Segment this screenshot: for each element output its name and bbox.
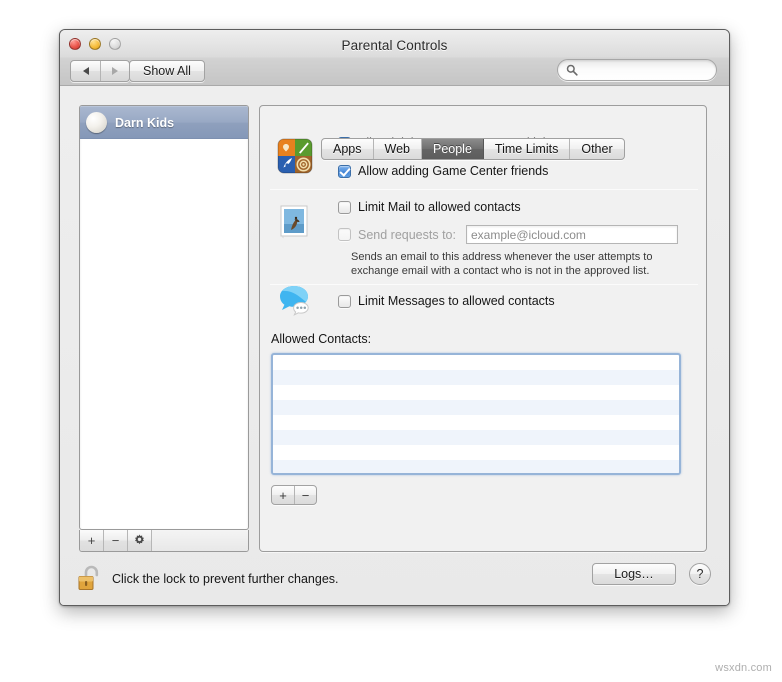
divider-game-center-mail <box>270 189 698 190</box>
mail-help-text: Sends an email to this address whenever … <box>351 250 696 278</box>
list-item[interactable] <box>273 445 679 460</box>
allow-game-center-friends-label: Allow adding Game Center friends <box>358 164 549 178</box>
list-item[interactable] <box>273 415 679 430</box>
soccer-ball-icon <box>86 112 107 133</box>
forward-button <box>100 61 129 81</box>
limit-messages-row[interactable]: Limit Messages to allowed contacts <box>338 294 555 308</box>
help-button[interactable]: ? <box>689 563 711 585</box>
list-item[interactable] <box>273 370 679 385</box>
limit-mail-checkbox[interactable] <box>338 200 351 214</box>
window-bottom-bar: Click the lock to prevent further change… <box>60 552 729 605</box>
sidebar-item-label: Darn Kids <box>115 115 175 130</box>
gear-icon <box>135 534 144 545</box>
action-gear-button[interactable] <box>128 530 152 551</box>
send-requests-row: Send requests to: example@icloud.com <box>338 225 678 244</box>
triangle-right-icon <box>112 67 118 75</box>
remove-contact-button[interactable]: − <box>294 486 316 504</box>
accounts-sidebar[interactable]: Darn Kids <box>79 105 249 530</box>
lock-row[interactable]: Click the lock to prevent further change… <box>77 564 339 594</box>
sidebar-item-darn-kids[interactable]: Darn Kids <box>80 106 248 139</box>
allow-game-center-friends-checkbox[interactable] <box>338 164 351 178</box>
limit-messages-label: Limit Messages to allowed contacts <box>358 294 555 308</box>
window-title: Parental Controls <box>341 38 448 53</box>
game-center-icon <box>274 135 316 177</box>
window-titlebar: Parental Controls Show All <box>60 30 729 86</box>
window-content: Darn Kids + − Apps Web People Time Limit… <box>60 86 729 605</box>
mail-stamp-icon <box>274 200 316 242</box>
unlocked-padlock-icon[interactable] <box>77 564 103 594</box>
triangle-left-icon <box>82 67 89 75</box>
list-item[interactable] <box>273 430 679 445</box>
limit-messages-checkbox[interactable] <box>338 294 351 308</box>
people-settings-panel: Allow joining Game Center multiplayer ga… <box>259 105 707 552</box>
search-icon <box>566 64 578 76</box>
tab-web[interactable]: Web <box>374 139 422 159</box>
window-toolbar: Show All <box>60 57 729 86</box>
logs-button[interactable]: Logs… <box>592 563 676 585</box>
list-item[interactable] <box>273 460 679 473</box>
list-item[interactable] <box>273 400 679 415</box>
divider-mail-messages <box>270 284 698 285</box>
add-account-button[interactable]: + <box>80 530 104 551</box>
add-contact-button[interactable]: + <box>272 486 294 504</box>
screenshot-root: Parental Controls Show All Darn Kids + −… <box>0 0 782 682</box>
parental-controls-window: Parental Controls Show All Darn Kids + −… <box>59 29 730 606</box>
remove-account-button[interactable]: − <box>104 530 128 551</box>
search-input[interactable] <box>582 62 707 78</box>
search-field[interactable] <box>557 59 717 81</box>
back-button[interactable] <box>71 61 100 81</box>
list-item[interactable] <box>273 385 679 400</box>
limit-mail-label: Limit Mail to allowed contacts <box>358 200 521 214</box>
send-requests-email-field[interactable]: example@icloud.com <box>465 225 678 244</box>
navigation-segmented-control <box>70 60 130 82</box>
send-requests-label: Send requests to: <box>358 227 456 242</box>
send-requests-email-value: example@icloud.com <box>470 227 586 242</box>
tab-time-limits[interactable]: Time Limits <box>484 139 571 159</box>
mail-help-text-line1: Sends an email to this address whenever … <box>351 251 653 263</box>
list-item[interactable] <box>273 355 679 370</box>
allowed-contacts-label: Allowed Contacts: <box>271 332 372 346</box>
send-requests-checkbox <box>338 228 351 241</box>
tab-other[interactable]: Other <box>570 139 623 159</box>
allowed-contacts-toolbar: + − <box>271 485 317 505</box>
mail-help-text-line2: exchange email with a contact who is not… <box>351 265 650 277</box>
show-all-button[interactable]: Show All <box>129 60 205 82</box>
lock-text: Click the lock to prevent further change… <box>112 572 339 586</box>
tab-people[interactable]: People <box>421 139 484 159</box>
tab-apps[interactable]: Apps <box>322 139 374 159</box>
allowed-contacts-list[interactable] <box>271 353 681 475</box>
allow-game-center-friends-row[interactable]: Allow adding Game Center friends <box>338 164 548 178</box>
tab-bar: Apps Web People Time Limits Other <box>321 138 625 160</box>
sidebar-toolbar: + − <box>79 530 249 552</box>
watermark: wsxdn.com <box>715 662 772 674</box>
limit-mail-row[interactable]: Limit Mail to allowed contacts <box>338 200 521 214</box>
sidebar-toolbar-filler <box>152 530 248 551</box>
messages-bubble-icon <box>274 279 316 321</box>
